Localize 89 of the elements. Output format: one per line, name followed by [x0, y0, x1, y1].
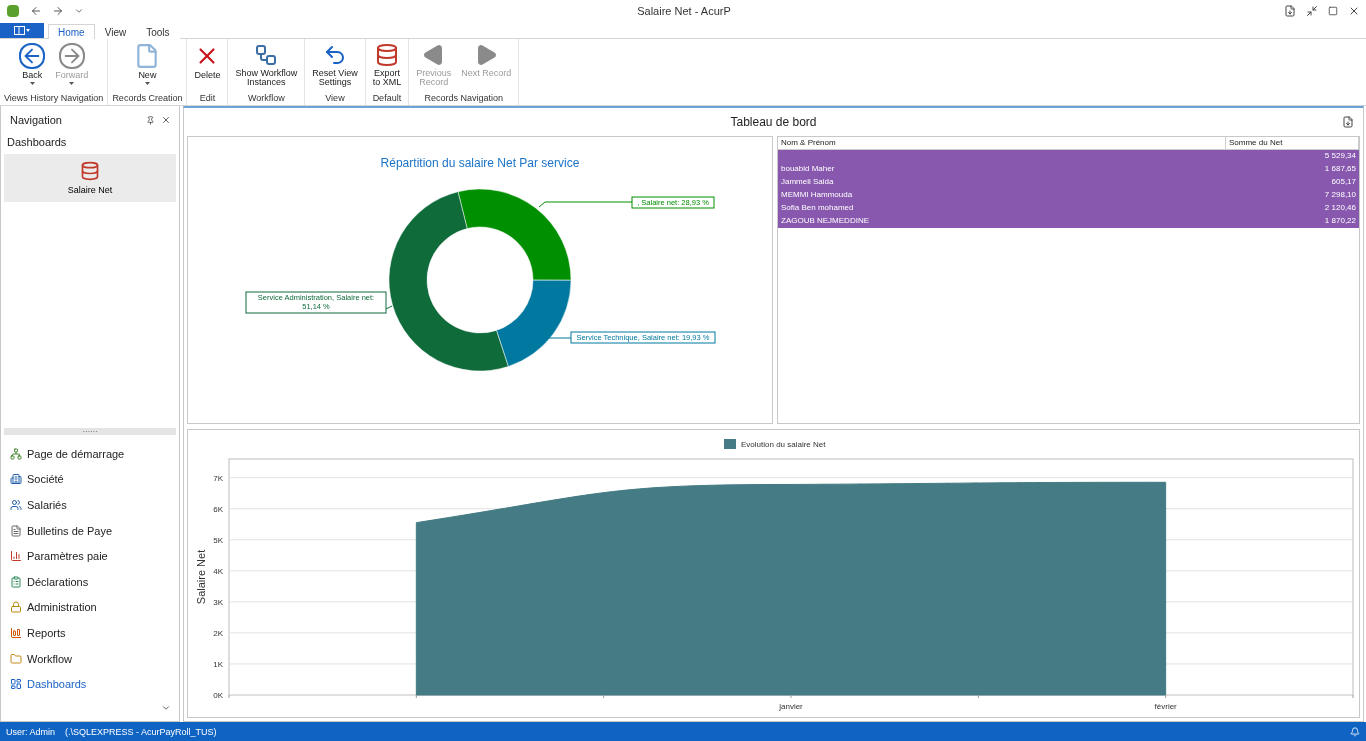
bar-chart-icon: [10, 550, 22, 563]
axis-label: 4K: [213, 566, 223, 576]
nav-item[interactable]: Paramètres paie: [10, 543, 179, 570]
nav-item[interactable]: Workflow: [10, 645, 179, 672]
forward-icon: [58, 43, 85, 69]
nav-item[interactable]: Déclarations: [10, 569, 179, 595]
network-icon: [10, 447, 22, 460]
database-icon: [374, 43, 399, 67]
axis-label: 1K: [213, 659, 223, 669]
nav-item[interactable]: Salariés: [10, 492, 179, 518]
axis-label: 7K: [213, 473, 223, 483]
table-cell: 2 120,46: [1225, 202, 1359, 215]
chevron-down-icon[interactable]: [161, 703, 171, 713]
people-icon: [10, 499, 22, 512]
nav-item[interactable]: Dashboards: [10, 671, 179, 697]
panel-title: Navigation: [10, 114, 63, 126]
group-label: View: [324, 93, 346, 105]
ribbon-button[interactable]: Show Workflow Instances: [232, 41, 301, 93]
close-icon[interactable]: [1348, 5, 1360, 17]
axis-title: Salaire Net: [195, 549, 207, 605]
caret-icon: [144, 82, 150, 85]
group-label: Edit: [198, 93, 217, 105]
table-cell: MEMMI Hammouda: [778, 189, 1225, 202]
caret-icon[interactable]: [74, 6, 84, 16]
file-menu-button[interactable]: [0, 23, 44, 38]
back-icon[interactable]: [30, 5, 42, 17]
legend-swatch: [724, 439, 736, 449]
workflow-icon: [254, 43, 279, 67]
status-user: User: Admin: [6, 726, 56, 737]
nav-item[interactable]: Reports: [10, 620, 179, 646]
folder-icon: [10, 652, 22, 665]
ribbon-tab[interactable]: Home: [48, 24, 95, 39]
ribbon-button[interactable]: New: [131, 41, 164, 93]
table-cell: Jammeli Saida: [778, 176, 1225, 189]
table-cell: Sofia Ben mohamed: [778, 202, 1225, 215]
legend-label: Evolution du salaire Net: [741, 440, 826, 449]
export-icon[interactable]: [1342, 116, 1354, 128]
back-icon: [19, 43, 46, 69]
ribbon-button[interactable]: Back: [16, 41, 49, 93]
axis-label: 3K: [213, 597, 223, 607]
nav-item[interactable]: Page de démarrage: [10, 441, 179, 467]
axis-label: 5K: [213, 535, 223, 545]
layout-icon: [14, 26, 30, 35]
clipboard-icon: [10, 575, 22, 588]
group-label: Records Creation: [112, 93, 183, 105]
axis-label: 6K: [213, 504, 223, 514]
caret-icon: [29, 82, 35, 85]
table-cell: 1 870,22: [1225, 215, 1359, 228]
group-label: Default: [371, 93, 403, 105]
table-cell: ZAGOUB NEJMEDDINE: [778, 215, 1225, 228]
status-connection: (.\SQLEXPRESS - AcurPayRoll_TUS): [65, 726, 217, 737]
dashboard-tile[interactable]: Salaire Net: [4, 154, 176, 202]
bar-chart-icon: [10, 627, 22, 639]
dashboard-title: Tableau de bord: [730, 115, 817, 129]
caret-icon: [69, 82, 75, 85]
ribbon-button[interactable]: Delete: [191, 41, 224, 93]
database-icon: [80, 161, 100, 181]
table-cell: bouabid Maher: [778, 163, 1225, 176]
forward-icon[interactable]: [52, 5, 64, 17]
axis-label: février: [1154, 702, 1177, 711]
ribbon-button[interactable]: Reset View Settings: [309, 41, 361, 93]
restore-icon[interactable]: [1328, 6, 1338, 16]
group-label: Views History Navigation: [4, 93, 104, 105]
axis-label: 2K: [213, 628, 223, 638]
group-label: Records Navigation: [423, 93, 504, 105]
document-icon: [10, 524, 22, 537]
nav-item[interactable]: Société: [10, 466, 179, 493]
nav-item[interactable]: Administration: [10, 594, 179, 621]
app-logo-icon: [6, 4, 20, 18]
chart-title: Répartition du salaire Net Par service: [380, 156, 580, 170]
splitter-grip[interactable]: [4, 428, 176, 436]
table-cell: 605,17: [1225, 176, 1359, 189]
close-icon[interactable]: [161, 115, 171, 125]
group-title: Dashboards: [6, 135, 68, 150]
table-cell: 7 298,10: [1225, 189, 1359, 202]
nav-item[interactable]: Bulletins de Paye: [10, 517, 179, 544]
leader-line: [385, 305, 393, 310]
axis-label: 0K: [213, 691, 223, 700]
lock-icon: [10, 601, 22, 614]
bell-icon[interactable]: [1350, 726, 1360, 737]
table-cell: 5 529,34: [1225, 150, 1359, 163]
building-icon: [10, 473, 22, 486]
ribbon-button[interactable]: Export to XML: [369, 41, 405, 93]
group-label: Workflow: [246, 93, 286, 105]
window-title: Salaire Net - AcurP: [636, 5, 732, 17]
table-cell: 1 687,65: [1225, 163, 1359, 176]
axis-label: janvier: [779, 702, 803, 711]
dashboard-icon: [10, 678, 22, 691]
pin-icon[interactable]: [146, 115, 155, 125]
